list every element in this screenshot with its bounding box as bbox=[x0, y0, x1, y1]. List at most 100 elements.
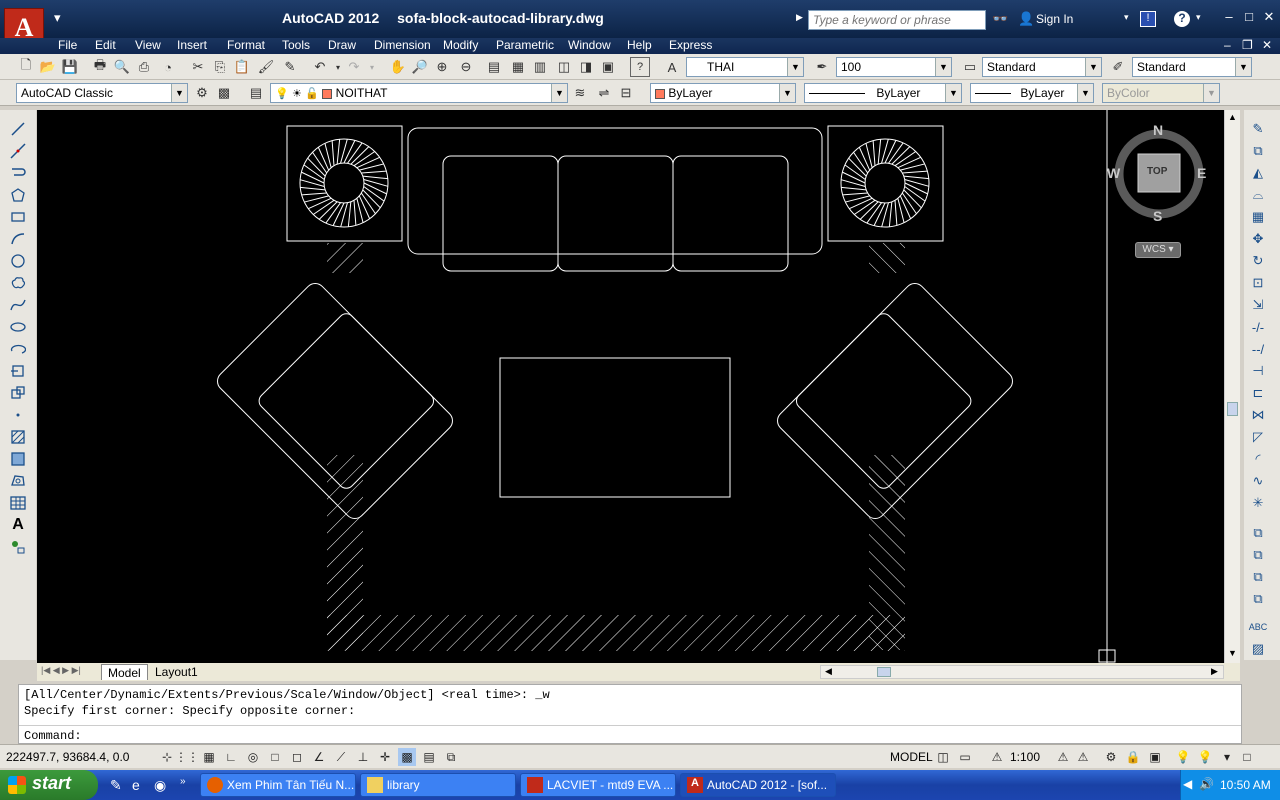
add-selected-icon[interactable] bbox=[8, 538, 28, 556]
menu-dimension[interactable]: Dimension bbox=[374, 38, 431, 52]
copy-object-icon[interactable]: ⧉ bbox=[1248, 142, 1268, 160]
chevron-down-icon[interactable]: ▼ bbox=[787, 58, 803, 76]
object-snap-icon[interactable]: □ bbox=[266, 748, 284, 766]
offset-icon[interactable]: ⌓ bbox=[1248, 186, 1268, 204]
draworder-under-icon[interactable]: ⧉ bbox=[1248, 590, 1268, 608]
status-bar-menu-icon[interactable]: ▾ bbox=[1218, 748, 1236, 766]
quick-view-layouts-icon[interactable]: ◫ bbox=[934, 748, 952, 766]
publish-icon[interactable]: ⎙ bbox=[134, 57, 154, 77]
3d-dwf-icon[interactable]: ◔ bbox=[158, 57, 178, 77]
menu-window[interactable]: Window bbox=[568, 38, 611, 52]
search-input[interactable] bbox=[808, 10, 986, 30]
rectangle-icon[interactable] bbox=[8, 208, 28, 226]
compass-south[interactable]: S bbox=[1153, 208, 1162, 224]
lightbulb-icon[interactable]: 💡 bbox=[1196, 748, 1214, 766]
zoom-previous-icon[interactable]: ⊖ bbox=[456, 57, 476, 77]
quick-properties-icon[interactable]: ▤ bbox=[420, 748, 438, 766]
block-editor-icon[interactable]: ✎ bbox=[280, 57, 300, 77]
ie-quicklaunch-icon[interactable]: e bbox=[132, 777, 140, 793]
erase-icon[interactable]: ✎ bbox=[1248, 120, 1268, 138]
annotation-scale-icon[interactable]: ⚠ bbox=[988, 748, 1006, 766]
break-icon[interactable]: ⊏ bbox=[1248, 384, 1268, 402]
redo-icon[interactable]: ↷ bbox=[344, 57, 364, 77]
model-space-toggle[interactable]: MODEL bbox=[890, 750, 933, 764]
dynamic-ucs-icon[interactable]: ⟋ bbox=[332, 748, 350, 766]
menu-modify[interactable]: Modify bbox=[443, 38, 478, 52]
lineweight-select[interactable]: ByLayer ▼ bbox=[970, 83, 1094, 103]
gradient-icon[interactable] bbox=[8, 450, 28, 468]
ucs-menu[interactable]: WCS ▾ bbox=[1135, 242, 1181, 258]
horizontal-scroll-thumb[interactable] bbox=[877, 667, 891, 677]
draworder-above-icon[interactable]: ⧉ bbox=[1248, 568, 1268, 586]
chevron-down-icon[interactable]: ▼ bbox=[1235, 58, 1251, 76]
dynamic-input-icon[interactable]: ⊥ bbox=[354, 748, 372, 766]
join-icon[interactable]: ⋈ bbox=[1248, 406, 1268, 424]
text-front-icon[interactable]: ABC bbox=[1248, 618, 1268, 636]
draworder-front-icon[interactable]: ⧉ bbox=[1248, 524, 1268, 542]
chevron-down-icon[interactable]: ▼ bbox=[1077, 84, 1093, 102]
menu-view[interactable]: View bbox=[135, 38, 161, 52]
chevron-down-icon[interactable]: ▼ bbox=[779, 84, 795, 102]
trim-icon[interactable]: -/- bbox=[1248, 318, 1268, 336]
hatch-back-icon[interactable]: ▨ bbox=[1248, 640, 1268, 658]
plot-preview-icon[interactable]: 🔍 bbox=[112, 57, 132, 77]
menu-format[interactable]: Format bbox=[227, 38, 265, 52]
menu-edit[interactable]: Edit bbox=[95, 38, 116, 52]
zoom-window-icon[interactable]: ⊕ bbox=[432, 57, 452, 77]
start-button[interactable]: start bbox=[0, 770, 98, 800]
polyline-icon[interactable] bbox=[8, 164, 28, 182]
annotation-scale-select[interactable]: 1:100 bbox=[1010, 750, 1040, 764]
workspace-switching-icon[interactable]: ⚙ bbox=[1102, 748, 1120, 766]
menu-express[interactable]: Express bbox=[669, 38, 712, 52]
insert-block-icon[interactable] bbox=[8, 362, 28, 380]
compass-east[interactable]: E bbox=[1197, 165, 1206, 181]
cut-icon[interactable]: ✂ bbox=[188, 57, 208, 77]
drawing-canvas[interactable]: N S E W TOP WCS ▾ bbox=[37, 110, 1224, 663]
horizontal-scrollbar[interactable]: ◀ ▶ bbox=[820, 665, 1224, 679]
circle-icon[interactable] bbox=[8, 252, 28, 270]
scroll-down-icon[interactable]: ▼ bbox=[1228, 648, 1237, 658]
chevron-down-icon[interactable]: ▼ bbox=[171, 84, 187, 102]
transparency-icon[interactable]: ▩ bbox=[398, 748, 416, 766]
task-autocad[interactable]: A AutoCAD 2012 - [sof... bbox=[680, 773, 836, 797]
layer-manager-icon[interactable]: ▩ bbox=[214, 83, 234, 103]
zoom-realtime-icon[interactable]: 🔎 bbox=[410, 57, 430, 77]
chevron-down-icon[interactable]: ▼ bbox=[1085, 58, 1101, 76]
scale-icon[interactable]: ⊡ bbox=[1248, 274, 1268, 292]
scroll-right-icon[interactable]: ▶ bbox=[1211, 666, 1218, 677]
ellipse-icon[interactable] bbox=[8, 318, 28, 336]
blend-curves-icon[interactable]: ∿ bbox=[1248, 472, 1268, 490]
hardware-acceleration-icon[interactable]: ▣ bbox=[1146, 748, 1164, 766]
multiline-text-icon[interactable]: A bbox=[8, 516, 28, 534]
scroll-left-icon[interactable]: ◀ bbox=[825, 666, 832, 677]
save-icon[interactable]: 💾 bbox=[60, 57, 80, 77]
paste-icon[interactable]: 📋 bbox=[232, 57, 252, 77]
rotate-icon[interactable]: ↻ bbox=[1248, 252, 1268, 270]
help-icon[interactable]: ? bbox=[1174, 11, 1190, 27]
polygon-icon[interactable] bbox=[8, 186, 28, 204]
table-icon[interactable] bbox=[8, 494, 28, 512]
calculator-icon[interactable]: ▣ bbox=[598, 57, 618, 77]
tray-arrow-icon[interactable]: ◀ bbox=[1183, 777, 1192, 791]
menu-file[interactable]: File bbox=[58, 38, 77, 52]
design-center-icon[interactable]: ▦ bbox=[508, 57, 528, 77]
break-at-point-icon[interactable]: ⊣ bbox=[1248, 362, 1268, 380]
command-prompt[interactable]: Command: bbox=[24, 729, 82, 743]
help-toolbar-icon[interactable]: ? bbox=[630, 57, 650, 77]
hatch-icon[interactable] bbox=[8, 428, 28, 446]
menu-tools[interactable]: Tools bbox=[282, 38, 310, 52]
binoculars-icon[interactable]: 👓 bbox=[992, 11, 1008, 27]
tab-model[interactable]: Model bbox=[101, 664, 148, 680]
help-dropdown-icon[interactable]: ▾ bbox=[1196, 12, 1201, 23]
command-window[interactable]: [All/Center/Dynamic/Extents/Previous/Sca… bbox=[18, 684, 1242, 744]
region-icon[interactable] bbox=[8, 472, 28, 490]
ellipse-arc-icon[interactable] bbox=[8, 340, 28, 358]
dim-style-select[interactable]: Standard ▼ bbox=[982, 57, 1102, 77]
tab-layout1[interactable]: Layout1 bbox=[149, 664, 204, 680]
menu-help[interactable]: Help bbox=[627, 38, 652, 52]
chevron-down-icon[interactable]: ▼ bbox=[935, 58, 951, 76]
speaker-icon[interactable]: 🔊 bbox=[1199, 777, 1214, 791]
doc-close-button[interactable]: ✕ bbox=[1262, 38, 1272, 52]
menu-insert[interactable]: Insert bbox=[177, 38, 207, 52]
infer-constraints-icon[interactable]: ⊹ bbox=[158, 748, 176, 766]
